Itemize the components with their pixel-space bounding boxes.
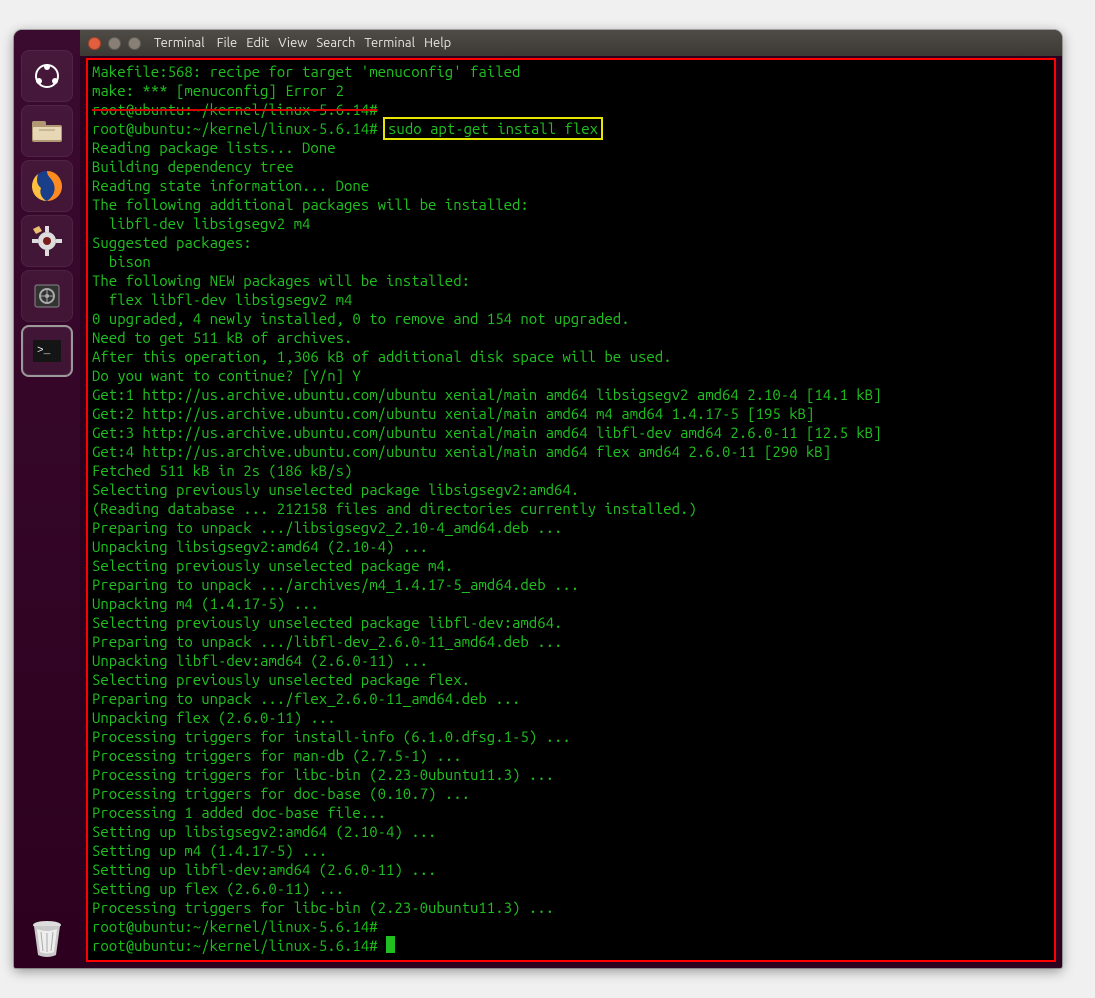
window-minimize-icon[interactable] xyxy=(108,37,121,50)
terminal-line: Get:3 http://us.archive.ubuntu.com/ubunt… xyxy=(92,423,1050,442)
terminal-line: After this operation, 1,306 kB of additi… xyxy=(92,347,1050,366)
terminal-viewport[interactable]: Makefile:568: recipe for target 'menucon… xyxy=(86,58,1056,962)
terminal-line: root@ubuntu:~/kernel/linux-5.6.14# xyxy=(92,917,1050,936)
terminal-line: Processing triggers for libc-bin (2.23-0… xyxy=(92,898,1050,917)
terminal-line: The following additional packages will b… xyxy=(92,195,1050,214)
terminal-line: Reading package lists... Done xyxy=(92,138,1050,157)
terminal-line: Get:4 http://us.archive.ubuntu.com/ubunt… xyxy=(92,442,1050,461)
launcher-vault-icon[interactable] xyxy=(21,270,73,322)
terminal-line: Get:1 http://us.archive.ubuntu.com/ubunt… xyxy=(92,385,1050,404)
terminal-cursor xyxy=(386,936,395,953)
terminal-line: libfl-dev libsigsegv2 m4 xyxy=(92,214,1050,233)
terminal-line: Setting up libfl-dev:amd64 (2.6.0-11) ..… xyxy=(92,860,1050,879)
terminal-line: Do you want to continue? [Y/n] Y xyxy=(92,366,1050,385)
launcher-files-icon[interactable] xyxy=(21,105,73,157)
terminal-line: Makefile:568: recipe for target 'menucon… xyxy=(92,62,1050,81)
terminal-line: root@ubuntu:~/kernel/linux-5.6.14# xyxy=(92,100,1050,119)
menu-search[interactable]: Search xyxy=(313,36,358,50)
terminal-line: Preparing to unpack .../flex_2.6.0-11_am… xyxy=(92,689,1050,708)
terminal-line: (Reading database ... 212158 files and d… xyxy=(92,499,1050,518)
terminal-line: Unpacking libfl-dev:amd64 (2.6.0-11) ... xyxy=(92,651,1050,670)
menu-terminal[interactable]: Terminal xyxy=(361,36,418,50)
desktop-window: >_ Terminal File Edit View Search Termin… xyxy=(14,30,1062,968)
menu-file[interactable]: File xyxy=(214,36,241,50)
terminal-line: Suggested packages: xyxy=(92,233,1050,252)
terminal-line: Unpacking flex (2.6.0-11) ... xyxy=(92,708,1050,727)
terminal-line: Processing triggers for man-db (2.7.5-1)… xyxy=(92,746,1050,765)
window-content: Terminal File Edit View Search Terminal … xyxy=(80,30,1062,968)
svg-text:>_: >_ xyxy=(37,345,51,357)
terminal-line: Building dependency tree xyxy=(92,157,1050,176)
window-titlebar[interactable]: Terminal File Edit View Search Terminal … xyxy=(80,30,1062,56)
terminal-line: root@ubuntu:~/kernel/linux-5.6.14# xyxy=(92,936,1050,955)
window-title: Terminal xyxy=(154,36,205,50)
terminal-line: Setting up m4 (1.4.17-5) ... xyxy=(92,841,1050,860)
terminal-line: Unpacking m4 (1.4.17-5) ... xyxy=(92,594,1050,613)
window-maximize-icon[interactable] xyxy=(128,37,141,50)
terminal-line: Setting up libsigsegv2:amd64 (2.10-4) ..… xyxy=(92,822,1050,841)
terminal-line: Processing triggers for libc-bin (2.23-0… xyxy=(92,765,1050,784)
launcher-settings-icon[interactable] xyxy=(21,215,73,267)
highlighted-command: sudo apt-get install flex xyxy=(386,120,600,137)
terminal-line: flex libfl-dev libsigsegv2 m4 xyxy=(92,290,1050,309)
terminal-line: Fetched 511 kB in 2s (186 kB/s) xyxy=(92,461,1050,480)
terminal-line: Preparing to unpack .../libsigsegv2_2.10… xyxy=(92,518,1050,537)
terminal-line: Selecting previously unselected package … xyxy=(92,480,1050,499)
menu-view[interactable]: View xyxy=(275,36,310,50)
launcher-firefox-icon[interactable] xyxy=(21,160,73,212)
menubar: File Edit View Search Terminal Help xyxy=(214,36,455,50)
menu-edit[interactable]: Edit xyxy=(243,36,272,50)
terminal-line: Processing 1 added doc-base file... xyxy=(92,803,1050,822)
terminal-line: bison xyxy=(92,252,1050,271)
launcher-trash-icon[interactable] xyxy=(14,914,80,960)
terminal-line: The following NEW packages will be insta… xyxy=(92,271,1050,290)
terminal-line: Get:2 http://us.archive.ubuntu.com/ubunt… xyxy=(92,404,1050,423)
terminal-line: Selecting previously unselected package … xyxy=(92,613,1050,632)
terminal-line: make: *** [menuconfig] Error 2 xyxy=(92,81,1050,100)
terminal-line: 0 upgraded, 4 newly installed, 0 to remo… xyxy=(92,309,1050,328)
terminal-line: root@ubuntu:~/kernel/linux-5.6.14# sudo … xyxy=(92,119,1050,138)
window-close-icon[interactable] xyxy=(88,37,101,50)
terminal-line: Processing triggers for doc-base (0.10.7… xyxy=(92,784,1050,803)
launcher-dash-icon[interactable] xyxy=(21,50,73,102)
terminal-line: Preparing to unpack .../archives/m4_1.4.… xyxy=(92,575,1050,594)
terminal-line: Selecting previously unselected package … xyxy=(92,556,1050,575)
unity-launcher: >_ xyxy=(14,30,80,968)
menu-help[interactable]: Help xyxy=(421,36,454,50)
terminal-line: Preparing to unpack .../libfl-dev_2.6.0-… xyxy=(92,632,1050,651)
terminal-line: Setting up flex (2.6.0-11) ... xyxy=(92,879,1050,898)
terminal-line: Unpacking libsigsegv2:amd64 (2.10-4) ... xyxy=(92,537,1050,556)
terminal-line: Processing triggers for install-info (6.… xyxy=(92,727,1050,746)
terminal-line: Need to get 511 kB of archives. xyxy=(92,328,1050,347)
launcher-terminal-icon[interactable]: >_ xyxy=(21,325,73,377)
terminal-line: Selecting previously unselected package … xyxy=(92,670,1050,689)
terminal-line: Reading state information... Done xyxy=(92,176,1050,195)
